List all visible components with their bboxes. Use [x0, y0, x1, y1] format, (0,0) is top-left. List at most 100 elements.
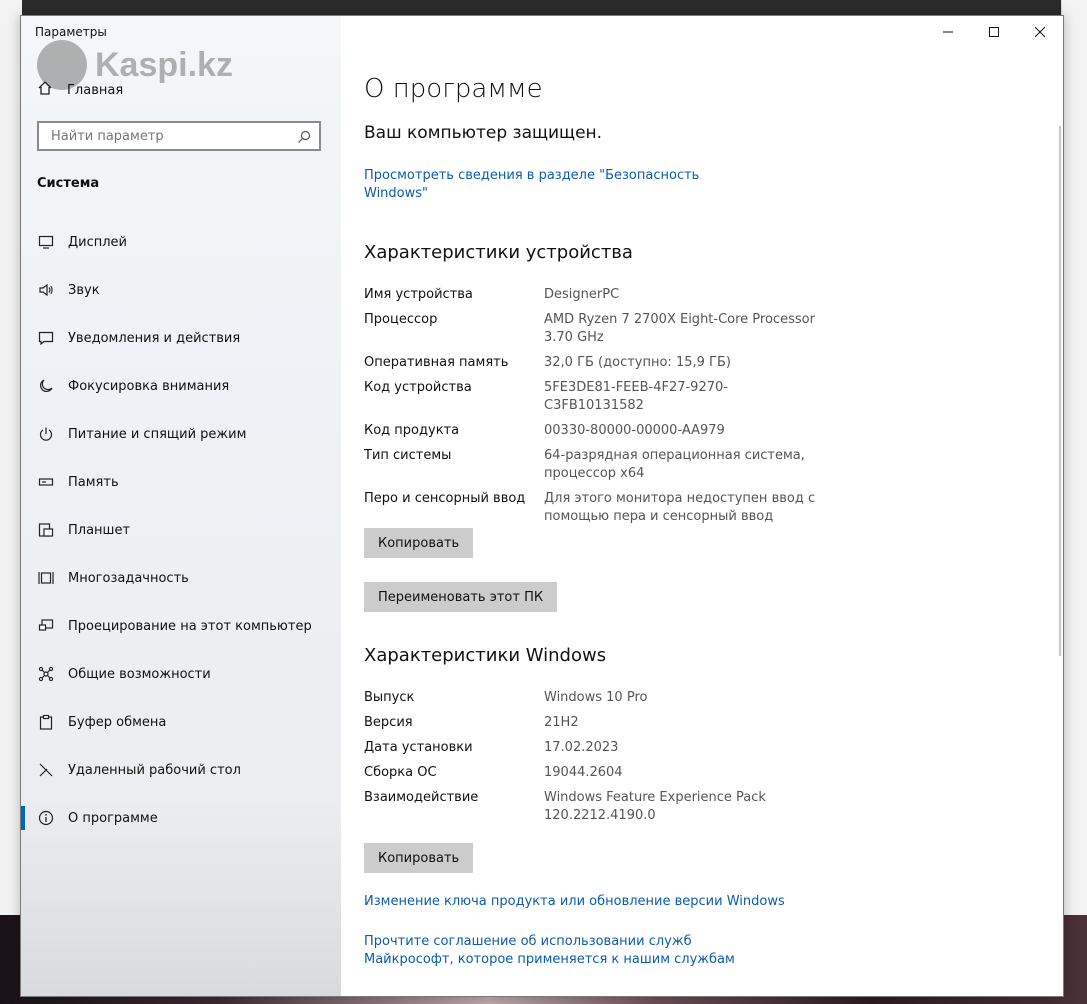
- sidebar-item-clipboard[interactable]: Буфер обмена: [21, 698, 341, 746]
- spec-value: 17.02.2023: [544, 740, 619, 755]
- sidebar-item-power[interactable]: Питание и спящий режим: [21, 410, 341, 458]
- spec-row: Взаимодействие Windows Feature Experience…: [364, 789, 884, 825]
- spec-key: Версия: [364, 715, 413, 730]
- nav-home[interactable]: Главная: [37, 80, 123, 100]
- main-content: О программе Ваш компьютер защищен. Просм…: [341, 16, 1063, 996]
- spec-key: Перо и сенсорный ввод: [364, 491, 526, 506]
- close-button[interactable]: [1017, 16, 1063, 48]
- window-controls: [925, 16, 1063, 48]
- minimize-button[interactable]: [925, 16, 971, 48]
- services-agreement-link[interactable]: Прочтите соглашение об использовании слу…: [364, 933, 784, 969]
- sidebar-item-display[interactable]: Дисплей: [21, 218, 341, 266]
- sidebar-item-notifications[interactable]: Уведомления и действия: [21, 314, 341, 362]
- spec-value: 32,0 ГБ (доступно: 15,9 ГБ): [544, 355, 731, 370]
- product-key-link[interactable]: Изменение ключа продукта или обновление …: [364, 893, 964, 911]
- spec-row: Оперативная память 32,0 ГБ (доступно: 15,…: [364, 354, 884, 372]
- spec-row: Код устройства 5FE3DE81-FEEB-4F27-9270-C3…: [364, 379, 884, 415]
- spec-value: 19044.2604: [544, 765, 623, 780]
- spec-row: Версия 21H2: [364, 714, 884, 732]
- speaker-icon: [37, 281, 55, 299]
- copy-windows-button[interactable]: Копировать: [364, 843, 474, 873]
- spec-row: Процессор AMD Ryzen 7 2700X Eight-Core Pr…: [364, 311, 884, 347]
- sidebar-item-sound[interactable]: Звук: [21, 266, 341, 314]
- sidebar-item-label: Фокусировка внимания: [68, 378, 230, 394]
- section-label: Система: [37, 176, 100, 191]
- rename-pc-button[interactable]: Переименовать этот ПК: [364, 582, 558, 612]
- spec-row: Дата установки 17.02.2023: [364, 739, 884, 757]
- spec-key: Дата установки: [364, 740, 473, 755]
- sidebar-item-storage[interactable]: Память: [21, 458, 341, 506]
- sidebar-item-remote-desktop[interactable]: Удаленный рабочий стол: [21, 746, 341, 794]
- spec-row: Выпуск Windows 10 Pro: [364, 689, 884, 707]
- spec-value: 21H2: [544, 715, 579, 730]
- spec-key: Оперативная память: [364, 355, 509, 370]
- spec-key: Процессор: [364, 312, 438, 327]
- window-title: Параметры: [35, 25, 107, 39]
- sidebar-item-label: Питание и спящий режим: [68, 426, 247, 442]
- background-desktop-left: [0, 0, 22, 1004]
- power-icon: [37, 425, 55, 443]
- sidebar-item-label: Удаленный рабочий стол: [68, 762, 241, 778]
- sidebar-item-tablet[interactable]: Планшет: [21, 506, 341, 554]
- sidebar-item-label: Проецирование на этот компьютер: [68, 618, 312, 634]
- clipboard-icon: [37, 713, 55, 731]
- sidebar-item-shared[interactable]: Общие возможности: [21, 650, 341, 698]
- security-link[interactable]: Просмотреть сведения в разделе "Безопасн…: [364, 167, 704, 203]
- spec-value: DesignerPC: [544, 287, 620, 302]
- sidebar-item-about[interactable]: О программе: [21, 794, 341, 842]
- windows-heading: Характеристики Windows: [364, 645, 607, 666]
- windows-specs: Выпуск Windows 10 Pro Версия 21H2 Дата уст…: [364, 689, 884, 832]
- sidebar-item-label: Общие возможности: [68, 666, 211, 682]
- sidebar: Параметры Kaspi.kz Главная Система Диспл…: [21, 16, 341, 996]
- search-box[interactable]: [37, 121, 321, 151]
- background-window-right: [1061, 0, 1087, 915]
- nav-list: Дисплей Звук Уведомления и действия Фоку…: [21, 218, 341, 842]
- sidebar-item-label: Многозадачность: [68, 570, 189, 586]
- spec-row: Сборка ОС 19044.2604: [364, 764, 884, 782]
- moon-icon: [37, 377, 55, 395]
- home-icon: [37, 80, 53, 100]
- settings-window: Параметры Kaspi.kz Главная Система Диспл…: [20, 15, 1064, 997]
- spec-row: Тип системы 64-разрядная операционная сис…: [364, 447, 884, 483]
- search-icon[interactable]: [297, 129, 311, 148]
- sidebar-item-label: Уведомления и действия: [68, 330, 241, 346]
- sidebar-item-label: Планшет: [68, 522, 131, 538]
- sidebar-item-label: Звук: [68, 282, 100, 298]
- nav-home-label: Главная: [67, 82, 124, 98]
- spec-key: Код устройства: [364, 380, 472, 395]
- sidebar-item-multitasking[interactable]: Многозадачность: [21, 554, 341, 602]
- device-specs: Имя устройства DesignerPC Процессор AMD Ry…: [364, 286, 884, 533]
- spec-row: Имя устройства DesignerPC: [364, 286, 884, 304]
- info-icon: [37, 809, 55, 827]
- copy-device-button[interactable]: Копировать: [364, 528, 474, 558]
- spec-value: 00330-80000-00000-AA979: [544, 423, 725, 438]
- spec-value: Для этого монитора недоступен ввод с пом…: [544, 491, 816, 524]
- scrollbar[interactable]: [1059, 126, 1061, 656]
- sidebar-item-label: О программе: [68, 810, 158, 826]
- spec-key: Выпуск: [364, 690, 415, 705]
- spec-row: Перо и сенсорный ввод Для этого монитора …: [364, 490, 884, 526]
- storage-icon: [37, 473, 55, 491]
- monitor-icon: [37, 233, 55, 251]
- protection-status: Ваш компьютер защищен.: [364, 123, 603, 143]
- tablet-icon: [37, 521, 55, 539]
- sidebar-item-focus[interactable]: Фокусировка внимания: [21, 362, 341, 410]
- notification-icon: [37, 329, 55, 347]
- sidebar-item-label: Дисплей: [68, 234, 128, 250]
- search-input[interactable]: [49, 128, 293, 145]
- sidebar-item-label: Буфер обмена: [68, 714, 167, 730]
- spec-value: 5FE3DE81-FEEB-4F27-9270-C3FB10131582: [544, 380, 728, 413]
- spec-key: Тип системы: [364, 448, 452, 463]
- maximize-button[interactable]: [971, 16, 1017, 48]
- spec-value: 64-разрядная операционная система, проце…: [544, 448, 805, 481]
- multitask-icon: [37, 569, 55, 587]
- sidebar-item-projecting[interactable]: Проецирование на этот компьютер: [21, 602, 341, 650]
- spec-key: Сборка ОС: [364, 765, 437, 780]
- page-title: О программе: [364, 74, 543, 104]
- device-heading: Характеристики устройства: [364, 242, 633, 263]
- spec-value: Windows Feature Experience Pack 120.2212…: [544, 790, 766, 823]
- remote-icon: [37, 761, 55, 779]
- spec-key: Взаимодействие: [364, 790, 479, 805]
- project-icon: [37, 617, 55, 635]
- shared-icon: [37, 665, 55, 683]
